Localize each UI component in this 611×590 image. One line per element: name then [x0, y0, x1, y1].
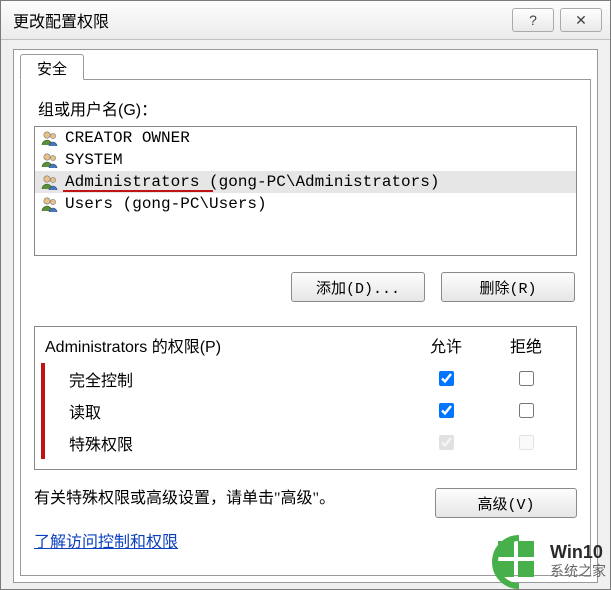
close-icon: ✕ [575, 12, 587, 29]
user-icon [41, 129, 59, 147]
tab-strip: 安全 [14, 50, 597, 80]
list-item[interactable]: Administrators (gong-PC\Administrators) [35, 171, 576, 193]
groups-button-row: 添加(D)... 删除(R) [34, 272, 575, 302]
tab-page: 组或用户名(G)： CREATOR OWNER SYSTEM [20, 80, 591, 576]
client-area: 安全 组或用户名(G)： CREATOR OWNER SYSTEM [13, 49, 598, 583]
deny-checkbox [519, 435, 534, 450]
help-button[interactable]: ? [512, 8, 554, 32]
advanced-hint-text: 有关特殊权限或高级设置，请单击"高级"。 [34, 488, 421, 510]
permissions-for-label: Administrators 的权限(P) [45, 333, 221, 357]
help-icon: ? [529, 12, 537, 28]
deny-column-header: 拒绝 [486, 333, 566, 357]
allow-checkbox[interactable] [439, 403, 454, 418]
list-item-text: SYSTEM [65, 151, 123, 169]
add-button[interactable]: 添加(D)... [291, 272, 425, 302]
permission-row: 完全控制 [49, 363, 576, 395]
permission-row: 特殊权限 [49, 427, 576, 459]
allow-column-header: 允许 [406, 333, 486, 357]
list-item-text: Administrators (gong-PC\Administrators) [65, 173, 439, 191]
user-icon [41, 173, 59, 191]
list-item-text: CREATOR OWNER [65, 129, 190, 147]
deny-checkbox[interactable] [519, 371, 534, 386]
watermark-text: Win10 系统之家 [550, 543, 606, 582]
permission-name: 特殊权限 [59, 431, 406, 455]
footer-area: 有关特殊权限或高级设置，请单击"高级"。 高级(V) [34, 488, 577, 518]
permissions-dialog: 更改配置权限 ? ✕ 安全 组或用户名(G)： CREATOR OWNER [0, 0, 611, 590]
allow-checkbox[interactable] [439, 371, 454, 386]
permissions-rows: 完全控制 读取 特殊权限 [49, 363, 576, 459]
permission-name: 完全控制 [59, 367, 406, 391]
windows-logo-icon [498, 541, 540, 583]
deny-checkbox[interactable] [519, 403, 534, 418]
annotation-underline [63, 190, 213, 192]
titlebar: 更改配置权限 ? ✕ [1, 1, 610, 40]
groups-listbox[interactable]: CREATOR OWNER SYSTEM Administrators (gon… [34, 126, 577, 256]
window-title: 更改配置权限 [9, 8, 506, 32]
advanced-button[interactable]: 高级(V) [435, 488, 577, 518]
tab-security[interactable]: 安全 [20, 54, 84, 80]
allow-checkbox [439, 435, 454, 450]
user-icon [41, 151, 59, 169]
annotation-bar [41, 363, 45, 459]
permissions-header: Administrators 的权限(P) 允许 拒绝 [35, 327, 576, 363]
permission-name: 读取 [59, 399, 406, 423]
remove-button[interactable]: 删除(R) [441, 272, 575, 302]
list-item-text: Users (gong-PC\Users) [65, 195, 267, 213]
list-item[interactable]: CREATOR OWNER [35, 127, 576, 149]
list-item[interactable]: Users (gong-PC\Users) [35, 193, 576, 215]
permissions-box: Administrators 的权限(P) 允许 拒绝 完全控制 [34, 326, 577, 470]
groups-label: 组或用户名(G)： [38, 96, 577, 120]
list-item[interactable]: SYSTEM [35, 149, 576, 171]
permission-row: 读取 [49, 395, 576, 427]
watermark: Win10 系统之家 [498, 541, 606, 583]
close-button[interactable]: ✕ [560, 8, 602, 32]
user-icon [41, 195, 59, 213]
